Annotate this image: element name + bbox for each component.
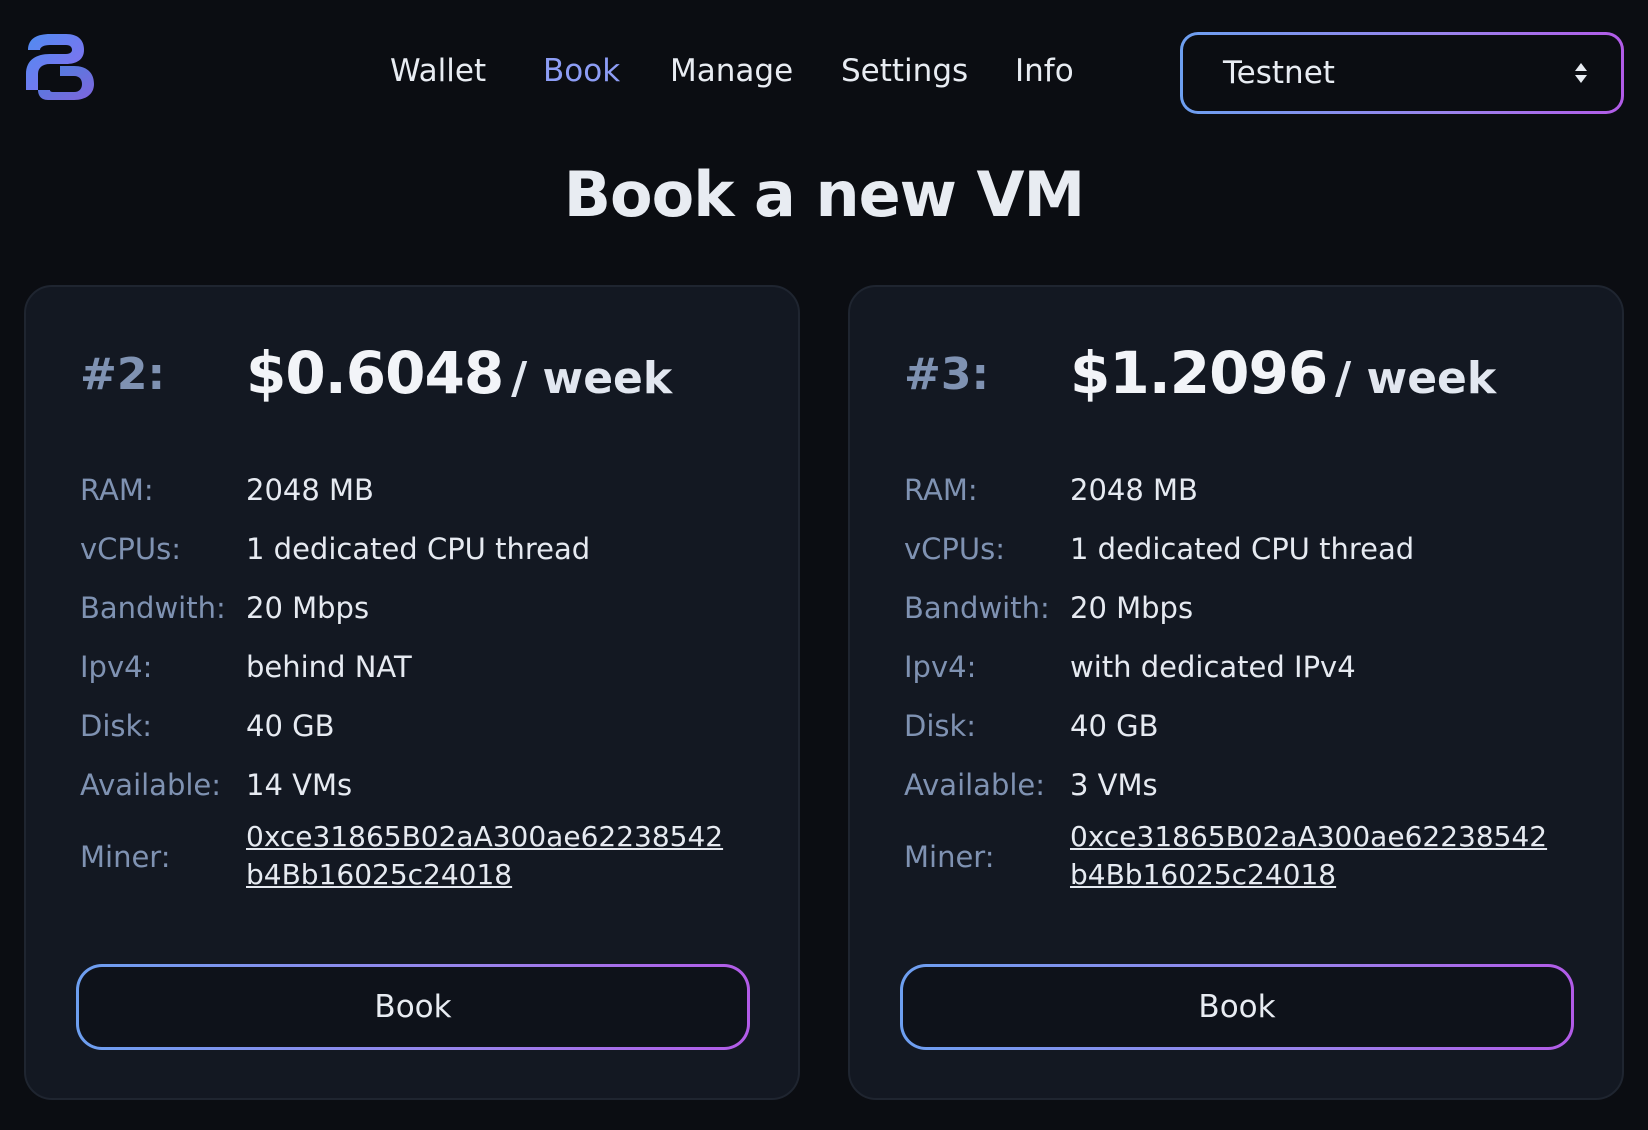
- offer-card: #2: $0.6048/ week RAM: 2048 MB vCPUs: 1 …: [24, 285, 800, 1100]
- page-title: Book a new VM: [563, 158, 1085, 231]
- spec-available: Available: 3 VMs: [904, 756, 1592, 815]
- miner-address-link[interactable]: 0xce31865B02aA300ae62238542b4Bb16025c240…: [246, 818, 726, 894]
- nav-settings[interactable]: Settings: [841, 48, 968, 94]
- book-button-label: Book: [903, 967, 1571, 1047]
- spec-ram: RAM: 2048 MB: [80, 461, 768, 520]
- spec-bandwidth: Bandwith: 20 Mbps: [80, 579, 768, 638]
- spec-value: with dedicated IPv4: [1070, 650, 1356, 684]
- spec-label: Miner:: [80, 840, 171, 874]
- nav-book[interactable]: Book: [543, 48, 620, 94]
- book-button[interactable]: Book: [900, 964, 1574, 1050]
- spec-value: 20 Mbps: [1070, 591, 1194, 625]
- spec-value: 2048 MB: [1070, 473, 1198, 507]
- nav-info[interactable]: Info: [1015, 48, 1074, 94]
- spec-value: 40 GB: [246, 709, 335, 743]
- spec-label: Miner:: [904, 840, 995, 874]
- network-select-box[interactable]: Testnet: [1183, 35, 1621, 111]
- spec-label: Available:: [80, 768, 222, 802]
- spec-label: Disk:: [904, 709, 977, 743]
- spec-label: Bandwith:: [904, 591, 1050, 625]
- spec-label: RAM:: [904, 473, 978, 507]
- spec-value: 1 dedicated CPU thread: [1070, 532, 1415, 566]
- page: Wallet Book Manage Settings Info Testnet…: [0, 0, 1648, 1130]
- spec-miner: Miner: 0xce31865B02aA300ae62238542b4Bb16…: [80, 814, 768, 900]
- spec-value: 14 VMs: [246, 768, 353, 802]
- offer-card: #3: $1.2096/ week RAM: 2048 MB vCPUs: 1 …: [848, 285, 1624, 1100]
- offer-price: $1.2096/ week: [1070, 339, 1496, 407]
- spec-value: 20 Mbps: [246, 591, 370, 625]
- spec-ipv4: Ipv4: behind NAT: [80, 638, 768, 697]
- book-button-label: Book: [79, 967, 747, 1047]
- price-period: / week: [511, 353, 673, 404]
- network-select-value: Testnet: [1223, 55, 1335, 91]
- spec-label: Disk:: [80, 709, 153, 743]
- spec-label: Bandwith:: [80, 591, 226, 625]
- spec-disk: Disk: 40 GB: [904, 697, 1592, 756]
- spec-vcpu: vCPUs: 1 dedicated CPU thread: [80, 520, 768, 579]
- offer-id: #2:: [80, 349, 166, 400]
- spec-label: RAM:: [80, 473, 154, 507]
- spec-bandwidth: Bandwith: 20 Mbps: [904, 579, 1592, 638]
- miner-address-link[interactable]: 0xce31865B02aA300ae62238542b4Bb16025c240…: [1070, 818, 1550, 894]
- book-button[interactable]: Book: [76, 964, 750, 1050]
- nav-manage[interactable]: Manage: [670, 48, 793, 94]
- spec-ipv4: Ipv4: with dedicated IPv4: [904, 638, 1592, 697]
- network-select[interactable]: Testnet: [1180, 32, 1624, 114]
- spec-value: 3 VMs: [1070, 768, 1158, 802]
- spec-value: 40 GB: [1070, 709, 1159, 743]
- nav-wallet[interactable]: Wallet: [390, 48, 486, 94]
- spec-available: Available: 14 VMs: [80, 756, 768, 815]
- price-amount: $0.6048: [246, 339, 504, 407]
- offer-id: #3:: [904, 349, 990, 400]
- spec-label: Ipv4:: [80, 650, 153, 684]
- spec-vcpu: vCPUs: 1 dedicated CPU thread: [904, 520, 1592, 579]
- spec-label: Ipv4:: [904, 650, 977, 684]
- spec-ram: RAM: 2048 MB: [904, 461, 1592, 520]
- price-amount: $1.2096: [1070, 339, 1328, 407]
- offer-price: $0.6048/ week: [246, 339, 672, 407]
- brand-logo-icon[interactable]: [22, 30, 96, 104]
- spec-value: 1 dedicated CPU thread: [246, 532, 591, 566]
- spec-label: Available:: [904, 768, 1046, 802]
- spec-miner: Miner: 0xce31865B02aA300ae62238542b4Bb16…: [904, 814, 1592, 900]
- spec-label: vCPUs:: [80, 532, 182, 566]
- price-period: / week: [1335, 353, 1497, 404]
- spec-value: 2048 MB: [246, 473, 374, 507]
- spec-label: vCPUs:: [904, 532, 1006, 566]
- sort-arrows-icon: [1575, 63, 1587, 83]
- spec-value: behind NAT: [246, 650, 412, 684]
- spec-disk: Disk: 40 GB: [80, 697, 768, 756]
